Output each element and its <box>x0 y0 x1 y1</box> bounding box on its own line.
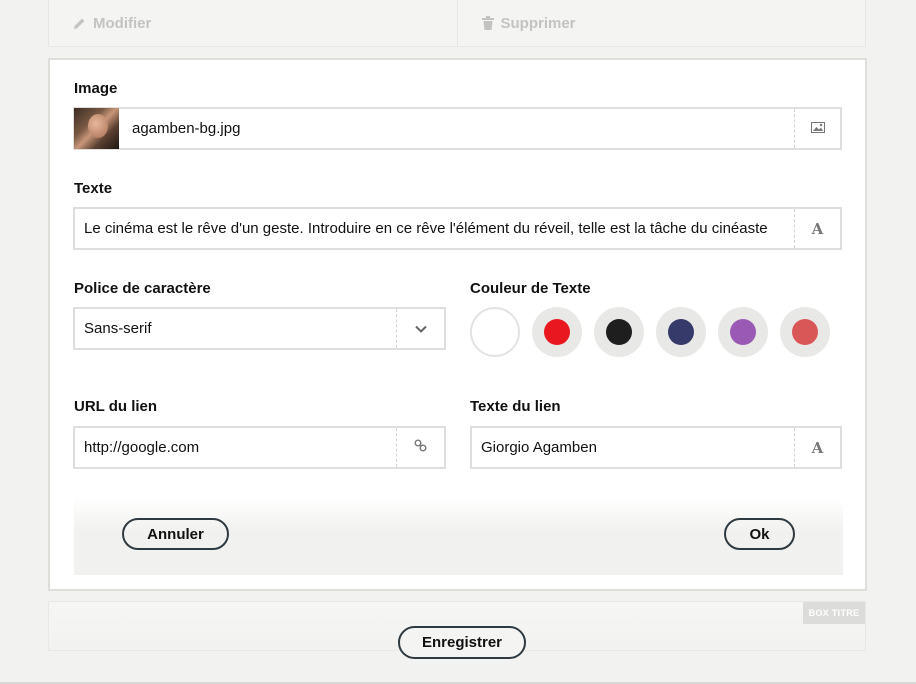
image-filename: agamben-bg.jpg <box>132 120 241 137</box>
text-color-label: Couleur de Texte <box>470 280 591 297</box>
box-title-tag: BOX TITRE <box>803 602 865 624</box>
color-dot <box>668 319 694 345</box>
link-url-value: http://google.com <box>84 439 200 456</box>
delete-button[interactable]: Supprimer <box>456 0 866 46</box>
edit-label: Modifier <box>93 14 152 32</box>
color-dot <box>606 319 632 345</box>
font-dropdown-toggle[interactable] <box>396 309 444 348</box>
image-picker-button[interactable] <box>794 109 840 148</box>
chevron-down-icon <box>414 320 427 338</box>
color-swatch-white[interactable] <box>470 307 520 357</box>
text-font-button[interactable]: A <box>794 209 840 248</box>
text-value: Le cinéma est le rêve d'un geste. Introd… <box>84 220 768 237</box>
text-input[interactable]: Le cinéma est le rêve d'un geste. Introd… <box>73 207 842 250</box>
ok-button[interactable]: Ok <box>724 518 795 550</box>
image-thumbnail <box>74 108 119 149</box>
edit-button[interactable]: Modifier <box>49 0 457 46</box>
color-swatch-red[interactable] <box>532 307 582 357</box>
color-swatch-purple[interactable] <box>718 307 768 357</box>
link-text-label: Texte du lien <box>470 398 561 415</box>
link-icon <box>414 439 427 457</box>
cancel-button[interactable]: Annuler <box>122 518 229 550</box>
color-swatch-black[interactable] <box>594 307 644 357</box>
image-label: Image <box>74 80 118 97</box>
trash-icon <box>481 16 494 30</box>
link-text-input[interactable]: Giorgio Agamben A <box>470 426 842 469</box>
font-label: Police de caractère <box>74 280 211 297</box>
link-text-font-button[interactable]: A <box>794 428 840 467</box>
pencil-icon <box>73 17 86 30</box>
link-button[interactable] <box>396 428 444 467</box>
font-select[interactable]: Sans-serif <box>73 307 446 350</box>
font-icon: A <box>811 438 824 457</box>
color-swatch-coral[interactable] <box>780 307 830 357</box>
link-url-input[interactable]: http://google.com <box>73 426 446 469</box>
save-button[interactable]: Enregistrer <box>398 626 526 659</box>
top-action-bar: Modifier Supprimer <box>48 0 866 47</box>
font-icon: A <box>811 219 824 238</box>
color-dot <box>730 319 756 345</box>
color-dot <box>482 319 508 345</box>
color-dot <box>544 319 570 345</box>
image-icon <box>810 120 825 138</box>
text-label: Texte <box>74 180 113 197</box>
form-footer: Annuler Ok <box>74 497 843 575</box>
image-field[interactable]: agamben-bg.jpg <box>73 107 842 150</box>
color-swatch-navy[interactable] <box>656 307 706 357</box>
delete-label: Supprimer <box>500 14 576 32</box>
color-dot <box>792 319 818 345</box>
link-text-value: Giorgio Agamben <box>481 439 597 456</box>
link-url-label: URL du lien <box>74 398 158 415</box>
font-selected-value: Sans-serif <box>84 320 152 337</box>
